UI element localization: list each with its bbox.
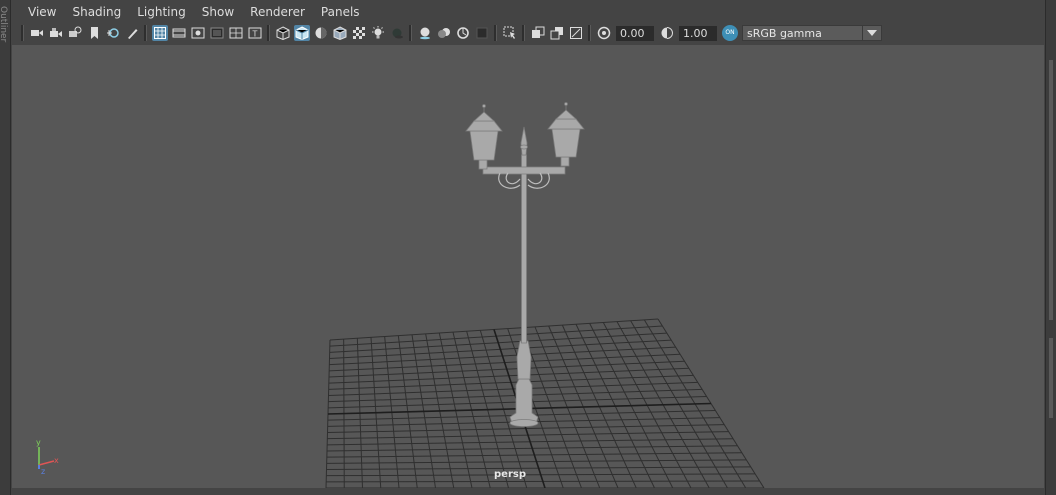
color-management-icon[interactable]: ON [722, 25, 738, 41]
shadows-icon[interactable] [389, 25, 405, 41]
gamma-icon[interactable] [659, 25, 675, 41]
motion-blur-icon[interactable] [436, 25, 452, 41]
toolbar-separator [144, 25, 147, 41]
toolbar-separator [494, 25, 497, 41]
outliner-side-tab[interactable]: Outliner [0, 0, 11, 495]
model-panel: View Shading Lighting Show Renderer Pane… [12, 2, 1044, 488]
menu-panels[interactable]: Panels [313, 2, 368, 23]
chevron-down-icon[interactable] [862, 26, 881, 40]
toolbar-separator [522, 25, 525, 41]
panel-toolbar: T 0.00 1.00 ON sRGB gamma [12, 23, 1044, 43]
3d-viewport[interactable]: y x z persp [12, 45, 1044, 488]
menu-shading[interactable]: Shading [64, 2, 129, 23]
menu-renderer[interactable]: Renderer [242, 2, 313, 23]
street-lamp-model[interactable] [465, 102, 585, 427]
toolbar-separator [409, 25, 412, 41]
wireframe-on-shaded-icon[interactable] [332, 25, 348, 41]
isolate-select-icon[interactable] [502, 25, 518, 41]
screen-space-ao-icon[interactable] [417, 25, 433, 41]
gamma-field[interactable]: 1.00 [679, 25, 717, 41]
grid-icon[interactable] [151, 25, 168, 41]
exposure-field[interactable]: 0.00 [616, 25, 654, 41]
resolution-gate-icon[interactable] [190, 25, 206, 41]
smooth-shade-icon[interactable] [293, 25, 310, 41]
axis-orientation-gizmo: y x z [30, 435, 60, 478]
use-all-lights-icon[interactable] [370, 25, 386, 41]
exposure-icon[interactable] [596, 25, 612, 41]
axis-z-label: z [41, 467, 45, 475]
film-gate-icon[interactable] [171, 25, 187, 41]
camera-name-label: persp [494, 469, 526, 480]
svg-text:T: T [251, 30, 257, 39]
2d-pan-zoom-icon[interactable] [105, 25, 121, 41]
right-side-panel-edge [1045, 0, 1056, 495]
anti-aliasing-icon[interactable] [455, 25, 471, 41]
view-transform-dropdown[interactable]: sRGB gamma [742, 25, 882, 41]
textured-icon[interactable] [351, 25, 367, 41]
menu-show[interactable]: Show [194, 2, 242, 23]
axis-y-label: y [36, 438, 41, 447]
camera-attributes-icon[interactable] [48, 25, 64, 41]
menu-view[interactable]: View [20, 2, 64, 23]
safe-action-icon[interactable]: T [247, 25, 263, 41]
toolbar-separator [588, 25, 591, 41]
default-material-icon[interactable] [313, 25, 329, 41]
axis-x-label: x [54, 456, 59, 465]
bookmarks-icon[interactable] [67, 25, 83, 41]
gate-mask-icon[interactable] [209, 25, 225, 41]
view-transform-value: sRGB gamma [747, 26, 822, 40]
toolbar-separator [267, 25, 270, 41]
field-chart-icon[interactable] [228, 25, 244, 41]
wireframe-icon[interactable] [275, 25, 291, 41]
toolbar-separator [21, 25, 24, 41]
image-plane-icon[interactable] [86, 25, 102, 41]
outliner-tab-label: Outliner [0, 6, 8, 43]
select-camera-icon[interactable] [29, 25, 45, 41]
ground-grid [325, 318, 765, 488]
xray-joints-icon[interactable] [568, 25, 584, 41]
menu-lighting[interactable]: Lighting [129, 2, 194, 23]
depth-of-field-icon[interactable] [474, 25, 490, 41]
viewport-scene [325, 102, 765, 488]
xray-active-icon[interactable] [549, 25, 565, 41]
grease-pencil-icon[interactable] [124, 25, 140, 41]
xray-icon[interactable] [530, 25, 546, 41]
panel-menubar: View Shading Lighting Show Renderer Pane… [12, 2, 1044, 23]
